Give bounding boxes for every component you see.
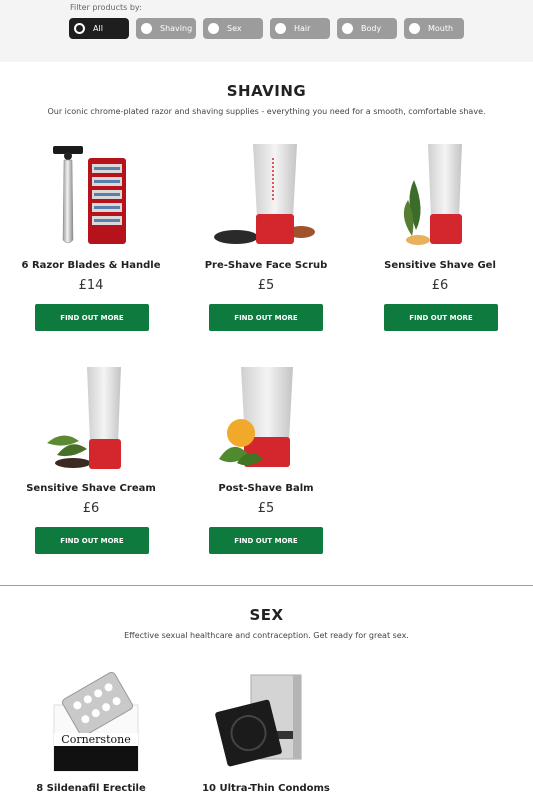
find-out-more-button[interactable]: FIND OUT MORE xyxy=(209,304,323,331)
find-out-more-button[interactable]: FIND OUT MORE xyxy=(35,527,149,554)
tube-illustration xyxy=(403,144,462,245)
product-price: £6 xyxy=(82,501,100,516)
product-price: £5 xyxy=(257,278,275,293)
radio-icon xyxy=(141,23,152,34)
product-name[interactable]: Pre-Shave Face Scrub xyxy=(191,260,341,271)
post-shave-balm-image[interactable] xyxy=(211,363,321,473)
product-price: £5 xyxy=(257,501,275,516)
filter-all[interactable]: All xyxy=(69,18,129,39)
radio-icon xyxy=(74,23,85,34)
filter-mouth-label: Mouth xyxy=(428,24,454,33)
product-price: £14 xyxy=(78,278,104,293)
filter-hair-label: Hair xyxy=(294,24,311,33)
radio-icon xyxy=(409,23,420,34)
razor-blades-image[interactable] xyxy=(37,140,147,250)
tube-illustration xyxy=(214,144,315,244)
filter-body[interactable]: Body xyxy=(337,18,397,39)
filter-shaving[interactable]: Shaving xyxy=(136,18,196,39)
shave-cream-image[interactable] xyxy=(37,363,147,473)
face-scrub-image[interactable] xyxy=(211,140,321,250)
shave-gel-image[interactable] xyxy=(386,140,496,250)
product-name[interactable]: 10 Ultra-Thin Condoms xyxy=(191,783,341,794)
condoms-image[interactable] xyxy=(211,665,321,775)
product-name[interactable]: Sensitive Shave Gel xyxy=(365,260,515,271)
razor-illustration xyxy=(53,146,126,244)
filter-hair[interactable]: Hair xyxy=(270,18,330,39)
filter-body-label: Body xyxy=(361,24,382,33)
filter-sex[interactable]: Sex xyxy=(203,18,263,39)
filter-label: Filter products by: xyxy=(70,3,142,12)
find-out-more-button[interactable]: FIND OUT MORE xyxy=(209,527,323,554)
shaving-section-title: SHAVING xyxy=(226,82,307,100)
filter-mouth[interactable]: Mouth xyxy=(404,18,464,39)
filter-sex-label: Sex xyxy=(227,24,242,33)
radio-icon xyxy=(275,23,286,34)
condom-box-illustration xyxy=(215,674,302,767)
brand-label: Cornerstone xyxy=(54,733,138,746)
tube-illustration xyxy=(47,367,121,469)
section-divider xyxy=(0,585,533,586)
filter-all-label: All xyxy=(93,24,103,33)
filter-shaving-label: Shaving xyxy=(160,24,193,33)
product-name[interactable]: Sensitive Shave Cream xyxy=(16,483,166,494)
filter-bar: Filter products by: All Shaving Sex Hair… xyxy=(0,0,533,62)
sex-section-description: Effective sexual healthcare and contrace… xyxy=(124,631,409,640)
find-out-more-button[interactable]: FIND OUT MORE xyxy=(384,304,498,331)
find-out-more-button[interactable]: FIND OUT MORE xyxy=(35,304,149,331)
pill-box-illustration xyxy=(53,671,139,772)
radio-icon xyxy=(208,23,219,34)
product-price: £6 xyxy=(431,278,449,293)
shaving-section-description: Our iconic chrome-plated razor and shavi… xyxy=(47,107,486,116)
tube-illustration xyxy=(219,367,293,467)
radio-icon xyxy=(342,23,353,34)
product-name[interactable]: 8 Sildenafil Erectile xyxy=(16,783,166,794)
sildenafil-image[interactable]: Cornerstone xyxy=(40,665,150,775)
sex-section-title: SEX xyxy=(249,606,284,624)
product-name[interactable]: Post-Shave Balm xyxy=(191,483,341,494)
product-name[interactable]: 6 Razor Blades & Handle xyxy=(16,260,166,271)
